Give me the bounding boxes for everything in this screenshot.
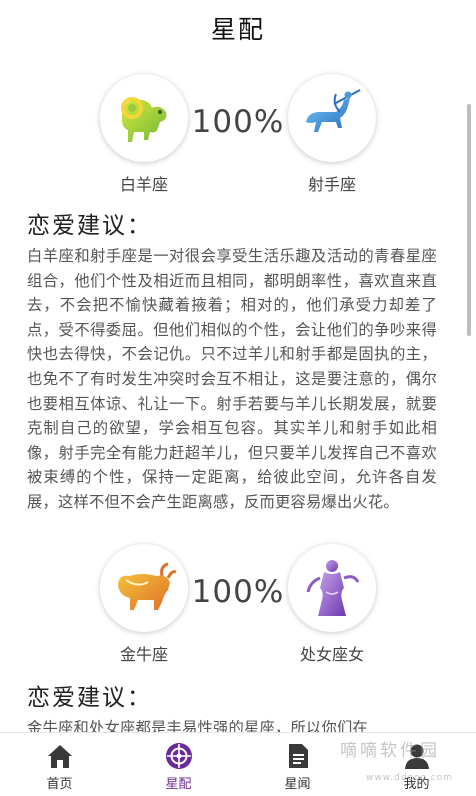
match-pair-aries-sagittarius: 100% 白羊座 射手座 [0,74,476,194]
page-title: 星配 [210,15,265,44]
watermark-url: www.ddooo.com [366,773,453,783]
advice-text: 白羊座和射手座是一对很会享受生活乐趣及活动的青春星座组合，他们个性及相近而且相同… [27,247,437,511]
advice-title: 恋爱建议： [27,213,152,239]
sign-name-left: 金牛座 [119,645,168,664]
watermark: 嘀嘀软件园 www.ddooo.com [340,736,476,796]
compass-icon [165,743,192,769]
watermark-text: 嘀嘀软件园 [340,741,440,761]
match-pair-taurus-virgo: 100% 金牛座 处女座女 [0,544,476,664]
tab-label: 星配 [165,777,192,792]
aries-ram-icon[interactable] [100,74,188,162]
top-header: 星配 [0,0,476,60]
advice-text: 金牛座和处女座都是丰易性强的星座，所以你们在 [27,719,368,732]
match-list[interactable]: 100% 白羊座 射手座 恋爱建议： 白羊座和射手座是一对很会享受生活乐趣及活动… [0,60,476,732]
home-icon [47,745,72,768]
sagittarius-centaur-icon[interactable] [288,74,376,162]
tab-home[interactable]: 首页 [0,733,119,796]
document-icon [288,744,308,768]
sign-name-right: 射手座 [307,175,356,194]
sign-name-left: 白羊座 [119,175,168,194]
advice-title: 恋爱建议： [27,685,152,711]
taurus-bull-icon[interactable] [100,544,188,632]
virgo-maiden-icon[interactable] [288,544,376,632]
match-percent: 100% [191,104,285,140]
match-percent: 100% [191,574,285,610]
sign-name-right: 处女座女 [299,645,364,664]
tab-match[interactable]: 星配 [119,733,238,796]
tab-label: 首页 [46,777,73,792]
